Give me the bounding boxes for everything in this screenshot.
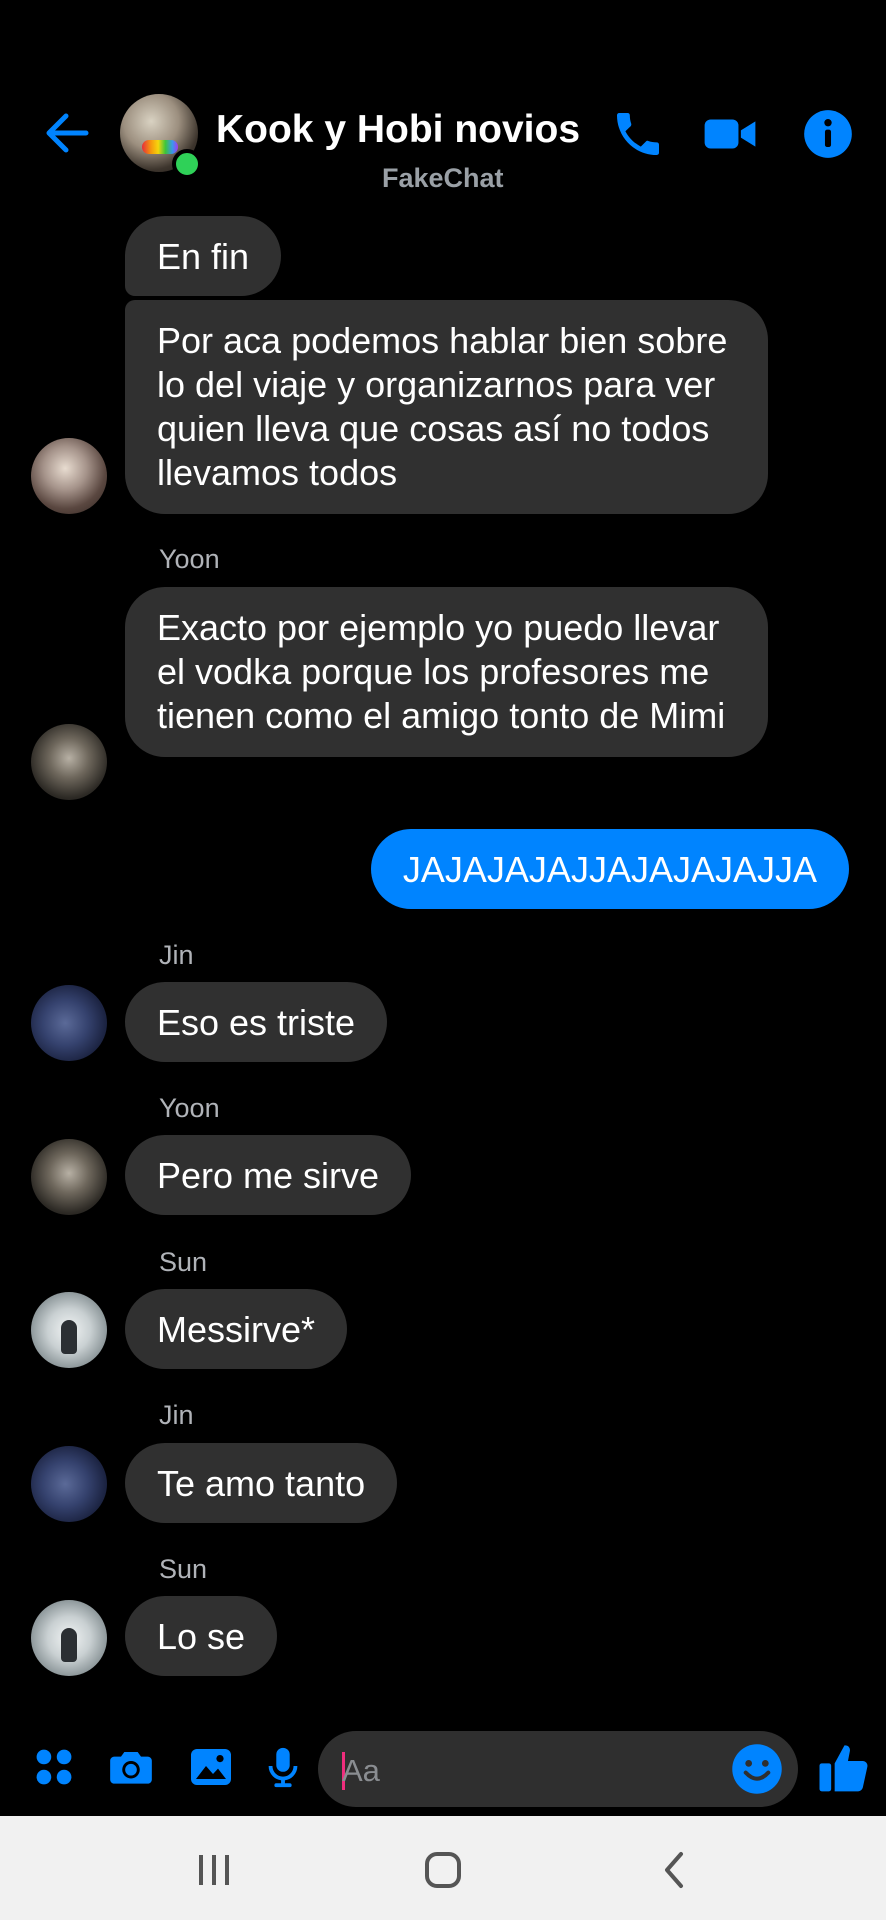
back-icon xyxy=(665,1852,683,1888)
gallery-button[interactable] xyxy=(184,1740,238,1794)
sender-name: Sun xyxy=(159,1247,208,1277)
chat-header: Kook y Hobi novios FakeChat xyxy=(0,0,886,210)
sender-name: Yoon xyxy=(159,1093,220,1123)
microphone-icon xyxy=(268,1747,298,1788)
gallery-icon xyxy=(191,1749,231,1785)
message-bubble[interactable]: En fin xyxy=(125,216,282,296)
system-back-button[interactable] xyxy=(652,1850,696,1890)
avatar[interactable] xyxy=(31,1446,107,1522)
avatar[interactable] xyxy=(31,438,107,514)
home-icon xyxy=(425,1852,461,1888)
voice-message-button[interactable] xyxy=(256,1740,310,1794)
message-bubble[interactable]: Pero me sirve xyxy=(125,1135,412,1215)
avatar[interactable] xyxy=(31,1139,107,1215)
sender-name: Jin xyxy=(159,1400,194,1430)
thumbs-up-icon xyxy=(819,1745,868,1792)
info-icon xyxy=(804,110,852,158)
chat-subtitle: FakeChat xyxy=(382,163,504,193)
chat-title[interactable]: Kook y Hobi novios xyxy=(216,108,580,152)
message-bubble[interactable]: Exacto por ejemplo yo puedo llevar el vo… xyxy=(125,587,768,757)
message-bubble[interactable]: Lo se xyxy=(125,1596,278,1676)
voice-call-button[interactable] xyxy=(608,104,668,164)
online-status-dot xyxy=(172,149,202,179)
avatar[interactable] xyxy=(31,985,107,1061)
avatar[interactable] xyxy=(31,1292,107,1368)
sender-name: Jin xyxy=(159,940,194,970)
message-input-placeholder: Aa xyxy=(342,1753,380,1788)
my-message-bubble[interactable]: JAJAJAJAJJAJAJAJAJJA xyxy=(370,829,849,909)
message-bubble[interactable]: Por aca podemos hablar bien sobre lo del… xyxy=(125,300,768,514)
video-call-button[interactable] xyxy=(700,104,760,164)
video-camera-icon xyxy=(704,119,756,149)
message-input[interactable] xyxy=(318,1731,798,1807)
message-bubble[interactable]: Messirve* xyxy=(125,1289,348,1369)
thumbs-up-button[interactable] xyxy=(816,1740,872,1796)
camera-button[interactable] xyxy=(104,1740,158,1794)
avatar[interactable] xyxy=(31,724,107,800)
apps-grid-icon xyxy=(36,1749,72,1785)
emoji-icon xyxy=(732,1744,782,1794)
apps-button[interactable] xyxy=(27,1740,81,1794)
emoji-button[interactable] xyxy=(730,1742,784,1796)
back-button[interactable] xyxy=(42,108,92,158)
message-bubble[interactable]: Eso es triste xyxy=(125,982,388,1062)
sender-name: Sun xyxy=(159,1554,208,1584)
sender-name: Yoon xyxy=(159,544,220,574)
recent-apps-button[interactable] xyxy=(192,1850,236,1890)
camera-icon xyxy=(110,1752,152,1784)
arrow-left-icon xyxy=(46,113,89,153)
home-button[interactable] xyxy=(421,1850,465,1890)
chat-info-button[interactable] xyxy=(798,104,858,164)
avatar[interactable] xyxy=(31,1600,107,1676)
phone-icon xyxy=(617,113,659,155)
recent-apps-icon xyxy=(199,1855,229,1885)
message-bubble[interactable]: Te amo tanto xyxy=(125,1443,398,1523)
